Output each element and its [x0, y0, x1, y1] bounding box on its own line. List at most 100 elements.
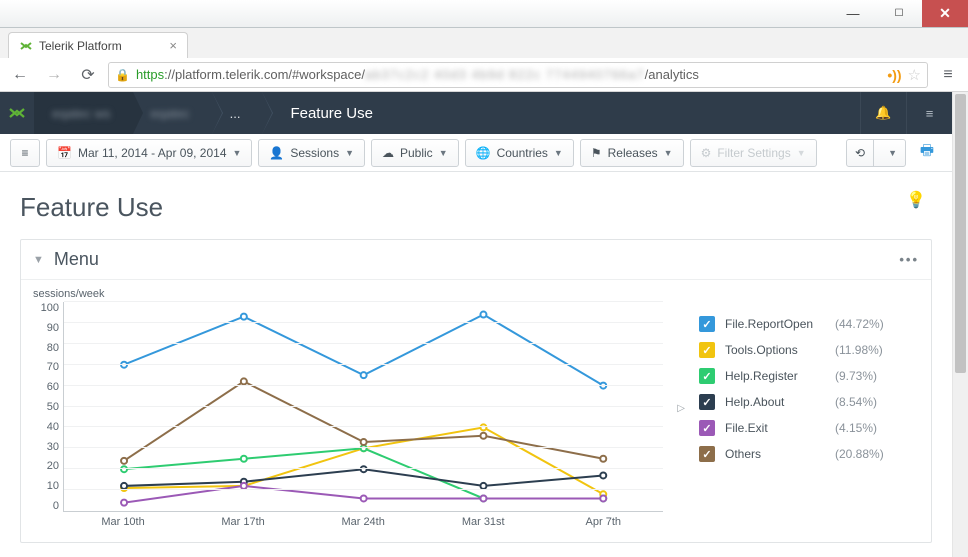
- panel-menu-button[interactable]: •••: [899, 252, 919, 267]
- print-button[interactable]: 🖶: [912, 139, 942, 167]
- chart-area: sessions/week 1009080706050403020100 Mar…: [33, 288, 663, 528]
- legend-percent: (44.72%): [835, 317, 884, 331]
- breadcrumb-project[interactable]: eqatec: [133, 92, 212, 134]
- legend-percent: (20.88%): [835, 447, 884, 461]
- menu-panel: ▼ Menu ••• sessions/week 100908070605040…: [20, 239, 932, 543]
- chevron-down-icon: ▼: [439, 148, 448, 158]
- scrollbar-thumb[interactable]: [955, 94, 966, 373]
- globe-icon: 🌐: [476, 146, 491, 160]
- filter-toolbar: ≡ 📅 Mar 11, 2014 - Apr 09, 2014 ▼ 👤 Sess…: [0, 134, 952, 172]
- legend-percent: (11.98%): [835, 343, 883, 357]
- panel-title: Menu: [54, 249, 99, 270]
- chevron-down-icon: ▼: [664, 148, 673, 158]
- flag-icon: ⚑: [591, 146, 602, 160]
- hamburger-icon: ≡: [21, 146, 28, 160]
- notifications-button[interactable]: 🔔: [860, 92, 906, 134]
- x-tick: Apr 7th: [543, 516, 663, 528]
- legend-label: Help.About: [725, 395, 825, 409]
- x-tick: Mar 24th: [303, 516, 423, 528]
- legend-percent: (4.15%): [835, 421, 877, 435]
- x-axis: Mar 10thMar 17thMar 24thMar 31stApr 7th: [63, 516, 663, 528]
- app-logo-icon[interactable]: [8, 104, 26, 122]
- legend-label: Others: [725, 447, 825, 461]
- legend-item[interactable]: ✓ Tools.Options (11.98%): [699, 342, 919, 358]
- browser-tab[interactable]: Telerik Platform ×: [8, 32, 188, 58]
- sessions-filter[interactable]: 👤 Sessions ▼: [258, 139, 365, 167]
- vertical-scrollbar[interactable]: [952, 92, 968, 557]
- chevron-down-icon: ▼: [797, 148, 806, 158]
- forward-button: →: [40, 61, 68, 89]
- chrome-menu-button[interactable]: ≡: [934, 61, 962, 89]
- address-bar[interactable]: 🔒 https://platform.telerik.com/#workspac…: [108, 62, 928, 88]
- legend-item[interactable]: ✓ File.ReportOpen (44.72%): [699, 316, 919, 332]
- breadcrumb-workspace[interactable]: eqatec ws: [34, 92, 133, 134]
- chart-plot[interactable]: [63, 302, 663, 512]
- legend-item[interactable]: ✓ File.Exit (4.15%): [699, 420, 919, 436]
- gear-icon: ⚙: [701, 146, 712, 160]
- window-close-button[interactable]: ✕: [922, 0, 968, 27]
- legend-checkbox[interactable]: ✓: [699, 446, 715, 462]
- legend-item[interactable]: ✓ Help.Register (9.73%): [699, 368, 919, 384]
- sidebar-toggle-button[interactable]: ≡: [10, 139, 40, 167]
- legend-checkbox[interactable]: ✓: [699, 368, 715, 384]
- x-tick: Mar 10th: [63, 516, 183, 528]
- collapse-icon[interactable]: ▼: [33, 254, 44, 266]
- releases-filter[interactable]: ⚑ Releases ▼: [580, 139, 684, 167]
- legend-checkbox[interactable]: ✓: [699, 316, 715, 332]
- date-range-picker[interactable]: 📅 Mar 11, 2014 - Apr 09, 2014 ▼: [46, 139, 252, 167]
- legend-percent: (8.54%): [835, 395, 877, 409]
- refresh-button[interactable]: ⟲ ▼: [846, 139, 906, 167]
- tab-title: Telerik Platform: [39, 39, 122, 53]
- app-header: eqatec ws eqatec ... Feature Use 🔔 ≡: [0, 92, 952, 134]
- legend-item[interactable]: ✓ Others (20.88%): [699, 446, 919, 462]
- date-range-label: Mar 11, 2014 - Apr 09, 2014: [78, 146, 227, 160]
- y-axis-label: sessions/week: [33, 288, 663, 300]
- legend-item[interactable]: ✓ Help.About (8.54%): [699, 394, 919, 410]
- bell-icon: 🔔: [875, 105, 891, 121]
- x-tick: Mar 17th: [183, 516, 303, 528]
- url-scheme: https: [136, 67, 164, 82]
- legend-checkbox[interactable]: ✓: [699, 420, 715, 436]
- legend-checkbox[interactable]: ✓: [699, 394, 715, 410]
- y-axis: 1009080706050403020100: [33, 302, 63, 512]
- hint-bulb-icon[interactable]: 💡: [906, 190, 926, 210]
- legend-label: Tools.Options: [725, 343, 825, 357]
- page-title: Feature Use: [20, 192, 932, 223]
- hamburger-icon: ≡: [926, 106, 934, 121]
- url-host: ://platform.telerik.com: [164, 67, 288, 82]
- header-page-title: Feature Use: [290, 105, 373, 122]
- chevron-down-icon: ▼: [233, 148, 242, 158]
- tab-close-icon[interactable]: ×: [169, 38, 177, 53]
- public-filter[interactable]: ☁ Public ▼: [371, 139, 459, 167]
- url-path: /#workspace/: [288, 67, 365, 82]
- chevron-down-icon: ▼: [345, 148, 354, 158]
- rss-icon[interactable]: •)): [887, 67, 901, 83]
- lock-icon: 🔒: [115, 68, 130, 82]
- legend-label: File.Exit: [725, 421, 825, 435]
- back-button[interactable]: ←: [6, 61, 34, 89]
- print-icon: 🖶: [920, 140, 934, 165]
- countries-filter[interactable]: 🌐 Countries ▼: [465, 139, 574, 167]
- legend-label: Help.Register: [725, 369, 825, 383]
- filter-settings-button[interactable]: ⚙ Filter Settings ▼: [690, 139, 817, 167]
- chevron-down-icon: ▼: [554, 148, 563, 158]
- legend-checkbox[interactable]: ✓: [699, 342, 715, 358]
- window-minimize-button[interactable]: —: [830, 0, 876, 27]
- legend-label: File.ReportOpen: [725, 317, 825, 331]
- chevron-down-icon: ▼: [888, 148, 897, 158]
- app-menu-button[interactable]: ≡: [906, 92, 952, 134]
- expand-chart-icon[interactable]: ▷: [673, 403, 689, 414]
- legend-percent: (9.73%): [835, 369, 877, 383]
- refresh-icon: ⟲: [855, 146, 865, 160]
- telerik-favicon: [19, 39, 33, 53]
- reload-button[interactable]: ⟳: [74, 61, 102, 89]
- calendar-icon: 📅: [57, 146, 72, 160]
- user-icon: 👤: [269, 146, 284, 160]
- x-tick: Mar 31st: [423, 516, 543, 528]
- url-tail: /analytics: [645, 67, 699, 82]
- window-maximize-button[interactable]: ☐: [876, 0, 922, 27]
- bookmark-star-icon[interactable]: ☆: [908, 66, 921, 84]
- url-masked: ab37c2c2 40d3 4b9d 822c 7744940766a7: [365, 67, 645, 82]
- chart-legend: ✓ File.ReportOpen (44.72%) ✓ Tools.Options (1…: [699, 288, 919, 528]
- cloud-icon: ☁: [382, 146, 394, 160]
